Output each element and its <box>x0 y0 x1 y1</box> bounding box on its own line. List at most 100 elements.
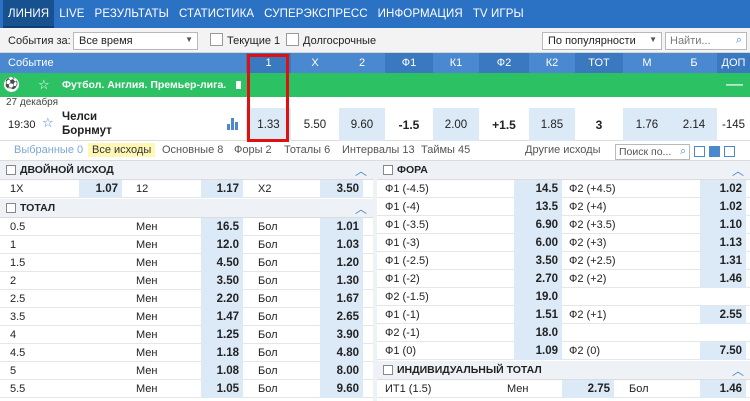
odd-cell[interactable]: 2.75 <box>562 380 614 398</box>
odd-under-cell[interactable]: 4.50 <box>201 254 243 272</box>
header-col-k2[interactable]: К2 <box>529 53 575 73</box>
collapse-caret-icon[interactable]: ︿ <box>355 162 367 179</box>
odd-over-cell[interactable]: 1.67 <box>320 290 363 308</box>
odd-under-cell[interactable]: 12.0 <box>201 236 243 254</box>
odd-cell[interactable]: 1.07 <box>79 180 122 198</box>
odd-over-cell[interactable]: 1.20 <box>320 254 363 272</box>
tab-handicaps[interactable]: Форы 2 <box>234 144 272 156</box>
odd-cell[interactable]: 2.70 <box>514 270 562 288</box>
star-icon[interactable]: ☆ <box>42 115 54 131</box>
odd-cell[interactable]: 3.50 <box>320 180 363 198</box>
odd-cell[interactable]: 1.17 <box>201 180 243 198</box>
collapse-icon[interactable]: — <box>726 74 743 94</box>
nav-tv-games[interactable]: TV ИГРЫ <box>468 0 529 28</box>
double-chance-header[interactable]: ДВОЙНОЙ ИСХОД ︿ <box>0 161 373 180</box>
odd-x[interactable]: 5.50 <box>291 108 339 141</box>
odd-cell[interactable]: 7.50 <box>700 342 746 360</box>
tab-selected[interactable]: Выбранные 0 <box>14 144 83 156</box>
tab-intervals[interactable]: Интервалы 13 <box>342 144 415 156</box>
odd-cell[interactable]: 2.55 <box>700 306 746 324</box>
odd-cell[interactable]: 1.09 <box>514 342 562 360</box>
tab-main[interactable]: Основные 8 <box>162 144 223 156</box>
league-bar[interactable]: ⚽ ☆ Футбол. Англия. Премьер-лига. — <box>0 73 750 97</box>
odd-over-cell[interactable]: 8.00 <box>320 362 363 380</box>
collapse-caret-icon[interactable]: ︿ <box>732 362 744 379</box>
odd-cell[interactable]: 6.90 <box>514 216 562 234</box>
odd-cell[interactable]: 3.50 <box>514 252 562 270</box>
odd-cell[interactable]: 13.5 <box>514 198 562 216</box>
odd-under-cell[interactable]: 1.25 <box>201 326 243 344</box>
header-col-extra[interactable]: ДОП <box>717 53 750 73</box>
odd-under-cell[interactable]: 1.18 <box>201 344 243 362</box>
nav-line[interactable]: ЛИНИЯ <box>3 0 55 28</box>
odd-over-cell[interactable]: 2.65 <box>320 308 363 326</box>
odd-k1[interactable]: 2.00 <box>433 108 479 141</box>
sort-select[interactable]: По популярности ▼ <box>542 32 662 50</box>
section-checkbox[interactable] <box>383 365 393 375</box>
nav-live[interactable]: LIVE <box>54 0 89 28</box>
odd-under-cell[interactable]: 1.47 <box>201 308 243 326</box>
odd-under-cell[interactable]: 2.20 <box>201 290 243 308</box>
tab-halves[interactable]: Таймы 45 <box>421 144 470 156</box>
odd-under-cell[interactable]: 16.5 <box>201 218 243 236</box>
collapse-caret-icon[interactable]: ︿ <box>355 200 367 217</box>
odd-cell[interactable]: 18.0 <box>514 324 562 342</box>
odd-cell[interactable]: 1.46 <box>700 380 746 398</box>
team-home[interactable]: Челси <box>62 111 97 123</box>
star-icon[interactable]: ☆ <box>38 77 50 93</box>
odd-cell[interactable]: 19.0 <box>514 288 562 306</box>
market-search-input[interactable]: Поиск по... ⌕ <box>615 144 690 160</box>
nav-results[interactable]: РЕЗУЛЬТАТЫ <box>90 0 174 28</box>
longterm-checkbox[interactable] <box>286 33 299 46</box>
search-input[interactable]: Найти... ⌕ <box>665 32 747 50</box>
header-col-b[interactable]: Б <box>671 53 717 73</box>
nav-superexpress[interactable]: СУПЕРЭКСПРЕСС <box>259 0 373 28</box>
odd-cell[interactable]: 1.10 <box>700 216 746 234</box>
header-col-x[interactable]: X <box>291 53 339 73</box>
header-col-f2[interactable]: Ф2 <box>479 53 529 73</box>
odd-cell[interactable]: 1.51 <box>514 306 562 324</box>
odd-over-cell[interactable]: 4.80 <box>320 344 363 362</box>
team-away[interactable]: Борнмут <box>62 125 112 137</box>
odd-cell[interactable]: 1.13 <box>700 234 746 252</box>
header-col-k1[interactable]: К1 <box>433 53 479 73</box>
tab-totals[interactable]: Тоталы 6 <box>284 144 330 156</box>
odd-under-cell[interactable]: 1.08 <box>201 362 243 380</box>
odd-cell[interactable]: 14.5 <box>514 180 562 198</box>
odd-over-cell[interactable]: 1.30 <box>320 272 363 290</box>
odd-over-cell[interactable]: 1.03 <box>320 236 363 254</box>
view-list-icon[interactable] <box>709 146 720 157</box>
section-checkbox[interactable] <box>6 165 16 175</box>
collapse-caret-icon[interactable]: ︿ <box>732 162 744 179</box>
odd-over-cell[interactable]: 3.90 <box>320 326 363 344</box>
odd-k2[interactable]: 1.85 <box>529 108 575 141</box>
tab-other[interactable]: Другие исходы <box>525 144 601 156</box>
odd-cell[interactable]: 1.02 <box>700 180 746 198</box>
odd-over[interactable]: 2.14 <box>671 108 717 141</box>
header-col-f1[interactable]: Ф1 <box>385 53 433 73</box>
statistics-icon[interactable] <box>227 118 239 130</box>
view-columns-icon[interactable] <box>694 146 705 157</box>
search-icon[interactable]: ⌕ <box>680 145 686 158</box>
view-grid-icon[interactable] <box>724 146 735 157</box>
header-col-2[interactable]: 2 <box>339 53 385 73</box>
odd-under[interactable]: 1.76 <box>623 108 671 141</box>
odd-over-cell[interactable]: 1.01 <box>320 218 363 236</box>
section-checkbox[interactable] <box>383 165 393 175</box>
odd-under-cell[interactable]: 3.50 <box>201 272 243 290</box>
odd-cell[interactable]: 1.31 <box>700 252 746 270</box>
tab-all[interactable]: Все исходы <box>88 143 156 157</box>
search-icon[interactable]: ⌕ <box>736 34 742 47</box>
odd-under-cell[interactable]: 1.05 <box>201 380 243 398</box>
individual-total-header[interactable]: ИНДИВИДУАЛЬНЫЙ ТОТАЛ ︿ <box>377 361 750 380</box>
current-checkbox[interactable] <box>210 33 223 46</box>
odd-cell[interactable]: 1.46 <box>700 270 746 288</box>
odd-over-cell[interactable]: 9.60 <box>320 380 363 398</box>
nav-information[interactable]: ИНФОРМАЦИЯ <box>373 0 468 28</box>
odd-cell[interactable]: 1.02 <box>700 198 746 216</box>
odd-cell[interactable]: 6.00 <box>514 234 562 252</box>
section-checkbox[interactable] <box>6 203 16 213</box>
header-col-tot[interactable]: ТОТ <box>575 53 623 73</box>
period-select[interactable]: Все время ▼ <box>73 32 198 50</box>
more-odds-count[interactable]: -145 <box>717 108 750 141</box>
